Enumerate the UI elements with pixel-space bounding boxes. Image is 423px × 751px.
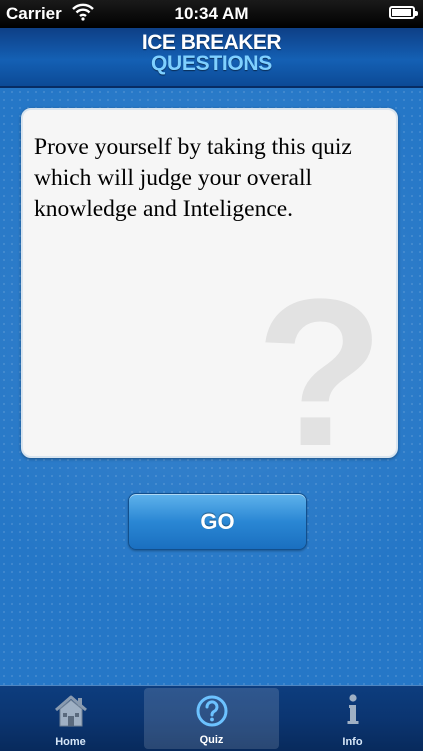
tab-home[interactable]: Home: [0, 686, 141, 751]
battery-level: [392, 9, 411, 16]
battery-icon: [389, 6, 418, 19]
app-header: ICE BREAKER QUESTIONS: [0, 28, 423, 88]
question-mark-watermark-icon: ?: [255, 255, 384, 458]
go-button[interactable]: GO: [128, 493, 307, 550]
quiz-intro-text: Prove yourself by taking this quiz which…: [34, 134, 352, 222]
tab-info-label: Info: [342, 736, 363, 748]
quiz-intro-card: ? Prove yourself by taking this quiz whi…: [21, 108, 398, 458]
tab-home-label: Home: [55, 736, 86, 748]
tab-info[interactable]: Info: [282, 686, 423, 751]
tab-quiz[interactable]: Quiz: [144, 688, 279, 749]
tab-bar: Home Quiz Info: [0, 685, 423, 751]
info-icon: [282, 692, 423, 728]
status-bar: Carrier 10:34 AM: [0, 0, 423, 28]
home-icon: [0, 692, 141, 728]
tab-quiz-label: Quiz: [199, 734, 224, 746]
header-title-line1: ICE BREAKER: [141, 31, 282, 54]
main-content: ? Prove yourself by taking this quiz whi…: [0, 88, 423, 685]
status-time: 10:34 AM: [174, 4, 249, 23]
question-circle-icon: [144, 694, 279, 730]
header-title-line2: QUESTIONS: [151, 52, 272, 75]
